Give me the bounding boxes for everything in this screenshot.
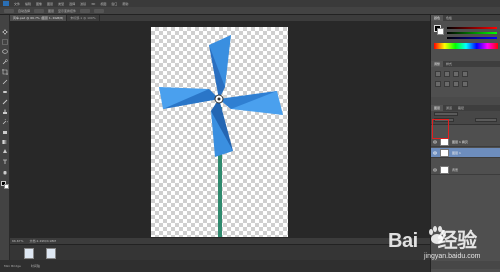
pen-tool-icon[interactable]: [2, 149, 8, 155]
brightness-contrast-icon[interactable]: [435, 71, 441, 77]
color-panel-background-swatch[interactable]: [437, 28, 444, 35]
auto-select-label[interactable]: 自动选择: [18, 9, 30, 13]
layer-thumbnail: [440, 138, 449, 146]
adjustments-panel: [431, 67, 500, 97]
menu-edit[interactable]: 编辑: [25, 2, 31, 6]
layer-visibility-eye-icon[interactable]: [433, 140, 437, 144]
layer-name[interactable]: 背景: [452, 168, 458, 172]
layer-row[interactable]: 背景: [431, 165, 500, 175]
background-color-swatch[interactable]: [4, 184, 9, 189]
layer-filter-dropdown[interactable]: [434, 112, 458, 116]
annotation-highlight-box: [432, 119, 449, 139]
brush-tool-icon[interactable]: [2, 99, 8, 105]
document-workspace: [10, 21, 430, 238]
zoom-level[interactable]: 66.67%: [12, 239, 23, 243]
curves-icon[interactable]: [453, 71, 459, 77]
align-buttons[interactable]: [80, 8, 91, 13]
menu-type[interactable]: 类型: [58, 2, 64, 6]
layer-thumbnail: [440, 149, 449, 157]
bottom-panel-tabs: Mini Bridge 时间轴: [0, 260, 430, 272]
layer-name[interactable]: 图层 1: [452, 151, 461, 155]
mini-bridge-thumbnail[interactable]: [24, 248, 34, 259]
marquee-tool-icon[interactable]: [2, 39, 8, 45]
menu-image[interactable]: 图像: [36, 2, 42, 6]
baidu-jingyan-watermark: Bai 经验 jingyan.baidu.com: [388, 224, 498, 266]
green-slider[interactable]: [447, 32, 497, 34]
photoshop-logo-icon: [3, 1, 9, 6]
quick-select-tool-icon[interactable]: [2, 59, 8, 65]
layer-name[interactable]: 图层 1 拷贝: [452, 140, 468, 144]
opacity-field[interactable]: [475, 118, 497, 122]
move-tool-icon[interactable]: [2, 29, 8, 35]
menu-view[interactable]: 视图: [100, 2, 106, 6]
levels-icon[interactable]: [444, 71, 450, 77]
layer-row-selected[interactable]: 图层 1: [431, 148, 500, 158]
type-tool-icon[interactable]: [2, 159, 8, 165]
tool-preset-picker[interactable]: [4, 8, 14, 13]
hand-tool-icon[interactable]: [2, 169, 8, 175]
document-size: 文档:2.49M/4.98M: [29, 239, 57, 243]
history-brush-tool-icon[interactable]: [2, 119, 8, 125]
red-slider[interactable]: [447, 27, 497, 29]
hue-saturation-icon[interactable]: [444, 81, 450, 87]
menu-bar: 文件 编辑 图像 图层 类型 选择 滤镜 3D 视图 窗口 帮助: [0, 0, 500, 7]
mini-bridge-thumbnail[interactable]: [46, 248, 56, 259]
layer-visibility-eye-icon[interactable]: [433, 151, 437, 155]
options-bar: 自动选择 图层 显示变换控件: [0, 7, 500, 15]
menu-help[interactable]: 帮助: [122, 2, 128, 6]
layer-label: 图层: [48, 8, 55, 13]
pinwheel-pin-head: [217, 97, 221, 101]
healing-brush-tool-icon[interactable]: [2, 89, 8, 95]
show-transform-controls-label[interactable]: 显示变换控件: [58, 9, 76, 13]
mini-bridge-panel: [10, 244, 430, 260]
layer-visibility-eye-icon[interactable]: [433, 168, 437, 172]
exposure-icon[interactable]: [462, 71, 468, 77]
baidu-paw-icon: [429, 226, 446, 244]
clone-stamp-tool-icon[interactable]: [2, 109, 8, 115]
color-panel: [431, 21, 500, 61]
menu-3d[interactable]: 3D: [91, 2, 95, 6]
watermark-url: jingyan.baidu.com: [424, 253, 481, 260]
tab-mini-bridge[interactable]: Mini Bridge: [4, 264, 21, 268]
menu-filter[interactable]: 滤镜: [80, 2, 86, 6]
lasso-tool-icon[interactable]: [2, 49, 8, 55]
toolbox: [0, 15, 10, 260]
auto-select-dropdown[interactable]: [34, 8, 45, 13]
document-canvas[interactable]: [151, 27, 288, 237]
menu-select[interactable]: 选择: [69, 2, 75, 6]
color-balance-icon[interactable]: [453, 81, 459, 87]
menu-file[interactable]: 文件: [14, 2, 20, 6]
layer-thumbnail: [440, 166, 449, 174]
eraser-tool-icon[interactable]: [2, 129, 8, 135]
distribute-buttons[interactable]: [94, 8, 105, 13]
blue-slider[interactable]: [447, 37, 497, 39]
gradient-tool-icon[interactable]: [2, 139, 8, 145]
menu-layer[interactable]: 图层: [47, 2, 53, 6]
color-spectrum-ramp[interactable]: [434, 43, 498, 49]
menu-window[interactable]: 窗口: [111, 2, 117, 6]
black-white-icon[interactable]: [462, 81, 468, 87]
pinwheel-artwork: [159, 35, 283, 237]
tab-timeline[interactable]: 时间轴: [31, 264, 40, 268]
eyedropper-tool-icon[interactable]: [2, 79, 8, 85]
vibrance-icon[interactable]: [435, 81, 441, 87]
crop-tool-icon[interactable]: [2, 69, 8, 75]
